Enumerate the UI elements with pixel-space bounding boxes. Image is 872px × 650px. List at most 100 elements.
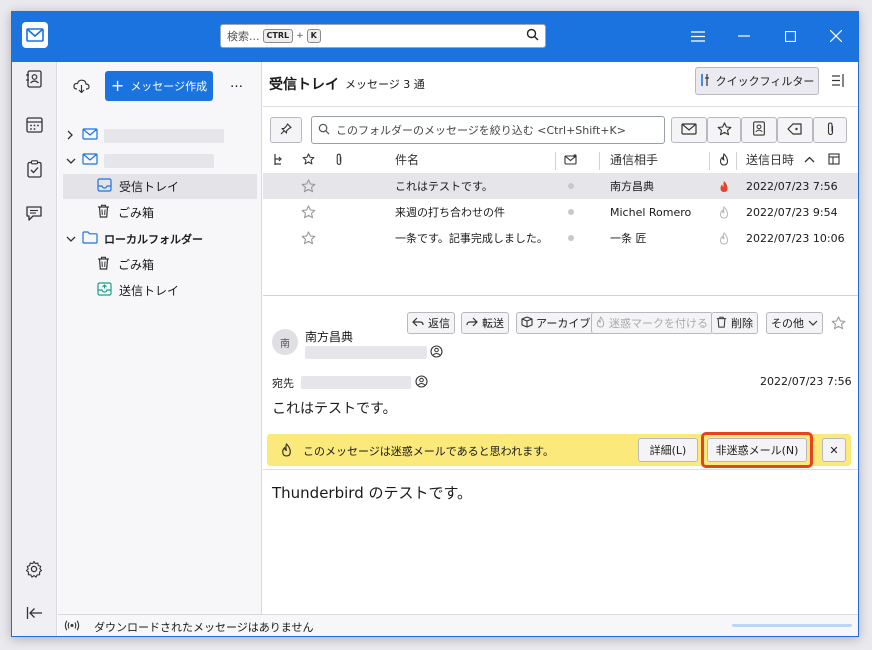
date-column-header[interactable]: 送信日時 xyxy=(746,149,794,169)
folder-inbox[interactable]: 受信トレイ xyxy=(63,174,257,199)
folder-trash-label: ごみ箱 xyxy=(118,206,155,220)
message-count: メッセージ 3 通 xyxy=(345,78,425,91)
star-icon[interactable] xyxy=(301,173,316,199)
contact-add-icon[interactable] xyxy=(430,345,443,361)
quick-filter-label: クイックフィルター xyxy=(715,75,815,88)
status-text: ダウンロードされたメッセージはありません xyxy=(94,621,314,634)
close-notification-button[interactable]: ✕ xyxy=(822,438,846,462)
get-messages-cloud-icon[interactable] xyxy=(73,79,90,96)
star-icon xyxy=(717,121,732,139)
chevron-down-icon[interactable] xyxy=(66,232,80,246)
reply-button[interactable]: 返信 xyxy=(407,312,455,334)
sender-address-obscured xyxy=(305,346,427,359)
archive-button[interactable]: アーカイブ xyxy=(516,312,596,334)
subject-column-header[interactable]: 件名 xyxy=(395,149,419,169)
filter-unread-button[interactable] xyxy=(671,117,707,143)
pin-filter-button[interactable] xyxy=(270,117,302,143)
more-actions-button[interactable]: その他 xyxy=(766,312,823,334)
star-icon[interactable] xyxy=(301,199,316,225)
reply-label: 返信 xyxy=(428,317,450,330)
minimize-icon[interactable] xyxy=(732,24,756,48)
account-row-2[interactable] xyxy=(66,148,214,173)
column-picker-icon[interactable] xyxy=(828,149,840,169)
star-icon[interactable] xyxy=(831,316,846,333)
chevron-right-icon[interactable] xyxy=(66,129,80,143)
filter-contact-button[interactable] xyxy=(741,117,777,143)
junk-column-icon[interactable] xyxy=(719,149,729,169)
shortcut-key-ctrl: CTRL xyxy=(262,29,294,43)
chat-icon[interactable] xyxy=(23,202,45,224)
online-status-icon[interactable] xyxy=(64,620,80,634)
shortcut-plus: + xyxy=(296,31,304,41)
message-date: 2022/07/23 9:54 xyxy=(746,205,838,219)
column-separator xyxy=(736,152,737,170)
table-row[interactable]: これはテストです。 南方昌典 2022/07/23 7:56 xyxy=(263,173,858,199)
correspondent-column-header[interactable]: 通信相手 xyxy=(610,149,658,169)
junk-flame-icon xyxy=(281,443,292,460)
mark-junk-button[interactable]: 迷惑マークを付ける xyxy=(591,312,713,334)
compose-button[interactable]: + メッセージ作成 xyxy=(105,71,213,101)
maximize-icon[interactable] xyxy=(778,24,802,48)
filter-tags-button[interactable] xyxy=(777,117,813,143)
filter-starred-button[interactable] xyxy=(707,117,741,143)
calendar-icon[interactable] xyxy=(23,113,45,135)
account-mail-icon xyxy=(82,153,98,168)
junk-notification-bar: このメッセージは迷惑メールであると思われます。 詳細(L) 非迷惑メール(N) … xyxy=(267,432,851,468)
collapse-toolbar-icon[interactable] xyxy=(23,602,45,624)
folder-local-trash[interactable]: ごみ箱 xyxy=(63,252,154,277)
read-dot-icon[interactable] xyxy=(567,199,575,225)
quick-filter-button[interactable]: クイックフィルター xyxy=(695,67,819,95)
junk-flame-icon[interactable] xyxy=(719,225,729,251)
column-separator xyxy=(709,152,710,170)
filter-attachments-button[interactable] xyxy=(813,117,847,143)
attachment-column-icon[interactable] xyxy=(335,149,343,169)
mail-space-icon[interactable] xyxy=(23,22,45,44)
to-label: 宛先 xyxy=(272,377,294,390)
tasks-icon[interactable] xyxy=(23,158,45,180)
settings-gear-icon[interactable] xyxy=(23,558,45,580)
folder-trash[interactable]: ごみ箱 xyxy=(63,200,154,225)
address-book-icon[interactable] xyxy=(23,68,45,90)
table-row[interactable]: 一条です。記事完成しました。 一条 匠 2022/07/23 10:06 xyxy=(263,225,858,251)
message-from: 一条 匠 xyxy=(610,232,647,245)
junk-flame-icon[interactable] xyxy=(719,173,729,199)
app-menu-icon[interactable] xyxy=(686,24,710,48)
read-dot-icon[interactable] xyxy=(567,173,575,199)
forward-label: 転送 xyxy=(482,317,504,330)
archive-label: アーカイブ xyxy=(536,317,591,330)
column-separator xyxy=(555,152,556,170)
star-icon[interactable] xyxy=(301,225,316,251)
paperclip-icon xyxy=(826,121,835,139)
thread-column-icon[interactable] xyxy=(273,149,284,169)
message-area: 受信トレイ メッセージ 3 通 クイックフィルター このフォルダーのメッセージを… xyxy=(263,62,858,614)
sender-name[interactable]: 南方昌典 xyxy=(305,328,353,345)
close-window-icon[interactable] xyxy=(824,24,848,48)
local-folders-account[interactable]: ローカルフォルダー xyxy=(66,226,203,251)
local-folders-label: ローカルフォルダー xyxy=(104,232,203,246)
contact-add-icon[interactable] xyxy=(415,375,428,391)
message-subject: 来週の打ち合わせの件 xyxy=(395,206,505,219)
account-row-1[interactable] xyxy=(66,123,224,148)
pane-splitter[interactable] xyxy=(263,295,858,296)
title-bar: 検索... CTRL + K xyxy=(12,12,858,62)
table-row[interactable]: 来週の打ち合わせの件 Michel Romero 2022/07/23 9:54 xyxy=(263,199,858,225)
sort-ascending-icon[interactable] xyxy=(804,149,815,169)
junk-flame-icon[interactable] xyxy=(719,199,729,225)
chevron-down-icon[interactable] xyxy=(66,154,80,168)
folder-outbox[interactable]: 送信トレイ xyxy=(63,278,179,303)
delete-button[interactable]: 削除 xyxy=(711,312,758,334)
global-search-input[interactable]: 検索... CTRL + K xyxy=(220,24,546,48)
read-status-column-icon[interactable] xyxy=(564,149,577,169)
folder-pane-more-button[interactable]: … xyxy=(230,76,243,91)
account-name-obscured xyxy=(104,153,214,168)
quick-filter-input[interactable]: このフォルダーのメッセージを絞り込む <Ctrl+Shift+K> xyxy=(311,116,665,144)
list-layout-icon[interactable] xyxy=(831,74,845,90)
header-divider xyxy=(263,106,858,107)
star-column-icon[interactable] xyxy=(302,149,315,169)
forward-icon xyxy=(466,317,478,330)
read-dot-icon[interactable] xyxy=(567,225,575,251)
unread-mail-icon xyxy=(681,122,697,138)
forward-button[interactable]: 転送 xyxy=(461,312,509,334)
junk-details-button[interactable]: 詳細(L) xyxy=(638,438,698,462)
account-mail-icon xyxy=(82,128,98,143)
